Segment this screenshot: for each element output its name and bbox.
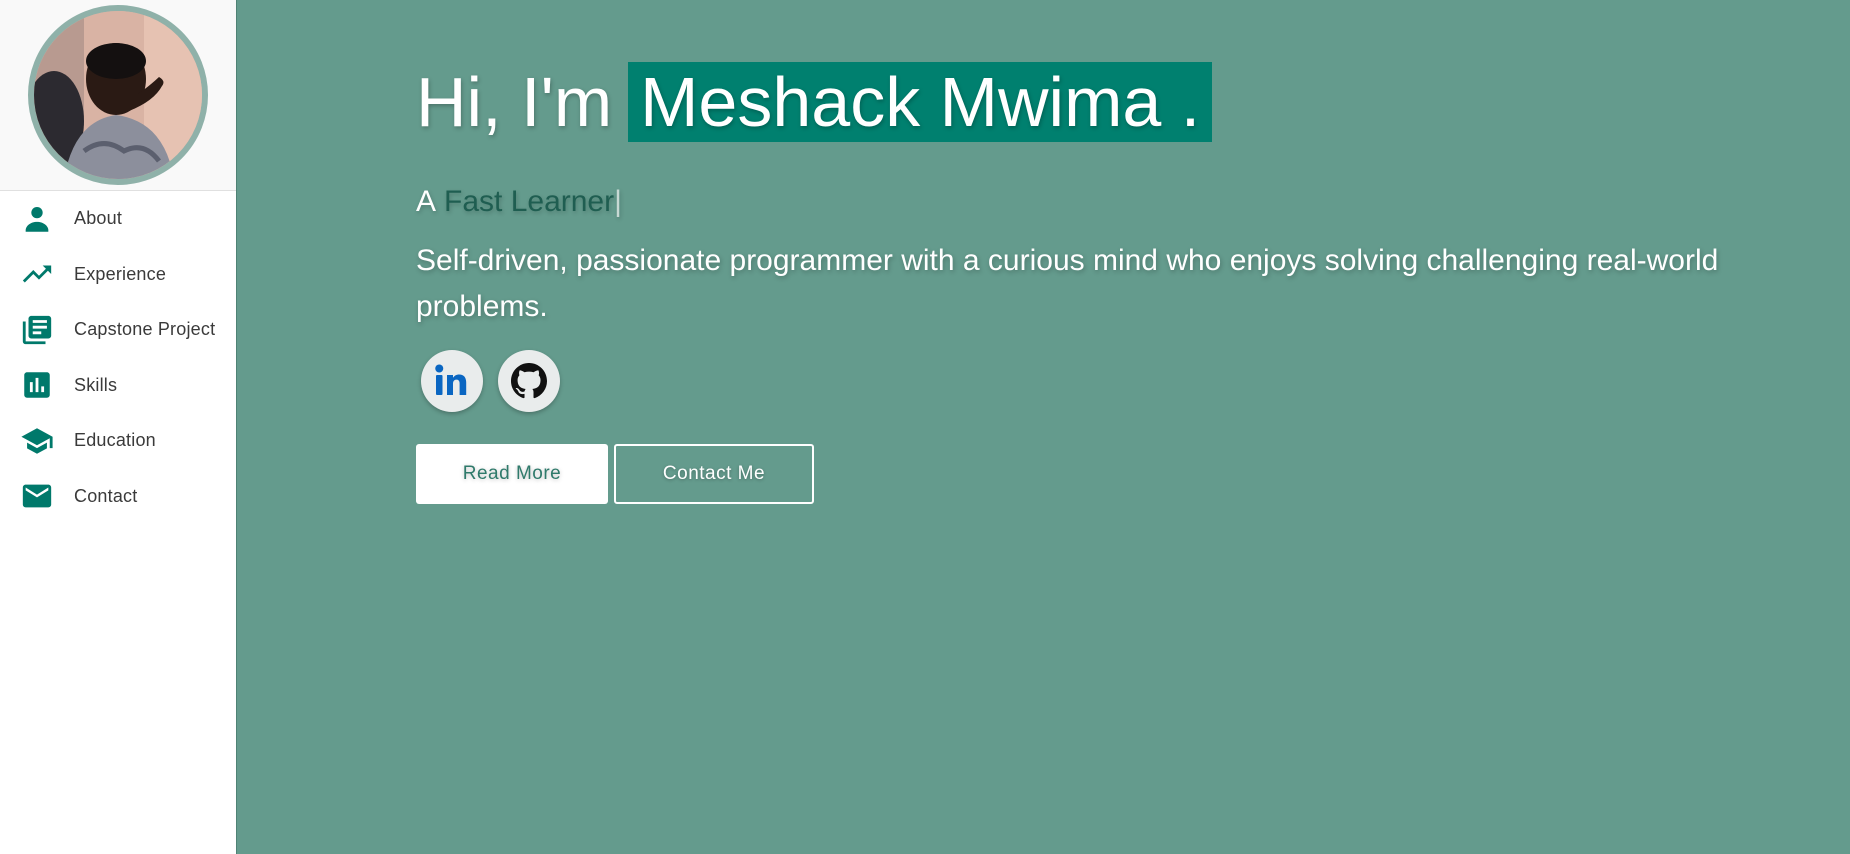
name-highlight: Meshack Mwima . [628, 62, 1213, 142]
linkedin-icon [435, 364, 467, 395]
hero-description: Self-driven, passionate programmer with … [416, 244, 1719, 323]
read-more-button[interactable]: Read More [416, 444, 608, 504]
library-books-icon [20, 313, 54, 347]
sidebar-item-skills[interactable]: Skills [0, 358, 236, 414]
avatar [28, 5, 208, 185]
person-icon [20, 202, 54, 236]
tagline-prefix: A [416, 185, 437, 218]
contact-me-button[interactable]: Contact Me [614, 444, 814, 504]
page: About Experience Capstone Project Skills [0, 0, 1850, 854]
sidebar-item-label: Education [74, 430, 156, 451]
profile-header [0, 0, 236, 191]
tagline: A Fast Learner| [416, 182, 1756, 222]
avatar-photo [34, 11, 202, 179]
sidebar-item-contact[interactable]: Contact [0, 469, 236, 525]
sidebar-nav: About Experience Capstone Project Skills [0, 191, 236, 524]
sidebar-item-about[interactable]: About [0, 191, 236, 247]
page-title: Hi, I'm Meshack Mwima . [416, 62, 1756, 142]
typing-cursor: | [614, 185, 622, 218]
trending-up-icon [20, 257, 54, 291]
sidebar-item-experience[interactable]: Experience [0, 247, 236, 303]
mail-icon [20, 479, 54, 513]
hero-actions: Read More Contact Me [416, 444, 1756, 504]
github-button[interactable] [498, 350, 560, 412]
sidebar-item-label: About [74, 208, 123, 229]
typed-role-text: Fast Learner [444, 185, 615, 218]
school-icon [20, 424, 54, 458]
social-links [416, 350, 1756, 412]
hero-content: Hi, I'm Meshack Mwima . A Fast Learner| S… [416, 62, 1756, 504]
sidebar-item-capstone-project[interactable]: Capstone Project [0, 302, 236, 358]
linkedin-button[interactable] [421, 350, 483, 412]
sidebar-item-label: Skills [74, 374, 118, 395]
sidebar-item-education[interactable]: Education [0, 413, 236, 469]
github-icon [511, 363, 547, 399]
sidebar-item-label: Capstone Project [74, 319, 216, 340]
bar-chart-icon [20, 368, 54, 402]
sidebar-item-label: Experience [74, 263, 167, 284]
greeting-text: Hi, I'm [416, 63, 613, 141]
sidebar-item-label: Contact [74, 485, 138, 506]
hero-section: Hi, I'm Meshack Mwima . A Fast Learner| S… [237, 0, 1850, 854]
sidebar: About Experience Capstone Project Skills [0, 0, 237, 854]
